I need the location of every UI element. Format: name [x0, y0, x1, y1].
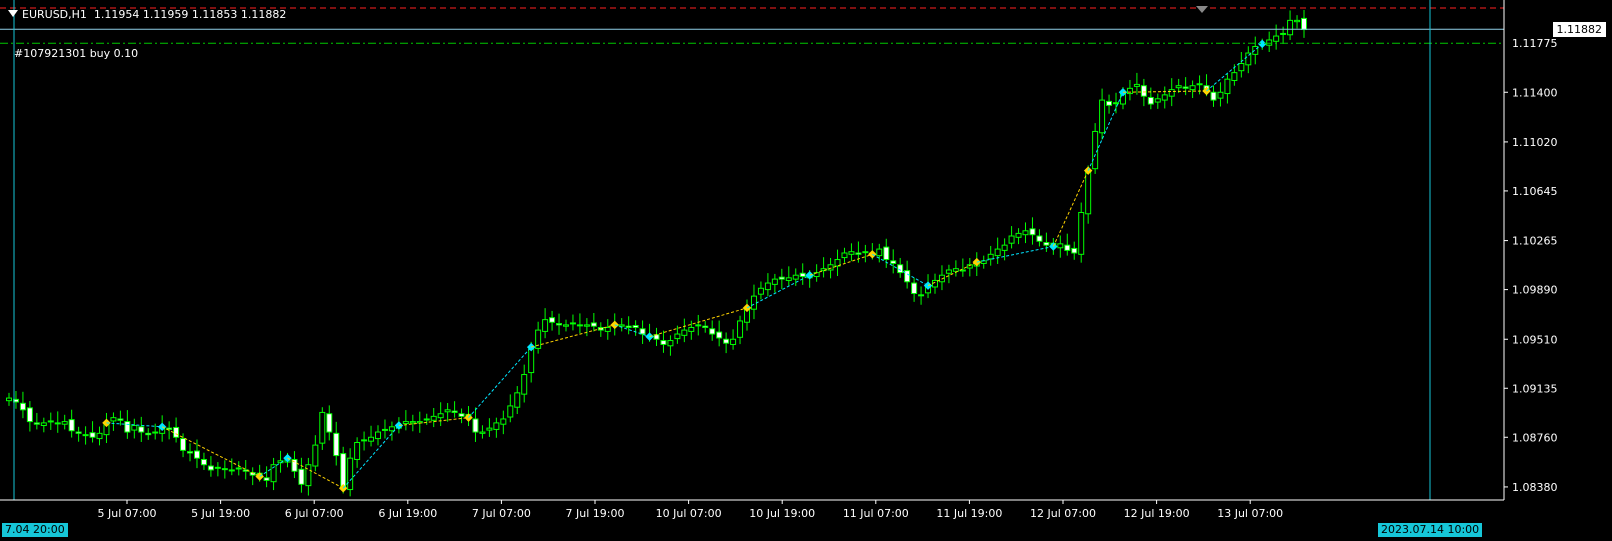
time-axis-label: 6 Jul 19:00: [378, 507, 437, 520]
time-axis-label: 10 Jul 19:00: [749, 507, 815, 520]
candle: [319, 407, 326, 450]
order-label[interactable]: #107921301 buy 0.10: [14, 47, 138, 61]
price-axis-label: 1.09135: [1512, 382, 1558, 395]
bid-price-tag: 1.11882: [1552, 22, 1606, 38]
time-axis-label: 5 Jul 07:00: [98, 507, 157, 520]
order-price-label: 1.11775: [1512, 37, 1558, 50]
time-axis-label: 10 Jul 07:00: [656, 507, 722, 520]
symbol-header[interactable]: EURUSD,H1 1.11954 1.11959 1.11853 1.1188…: [8, 8, 286, 22]
price-axis-label: 1.10645: [1512, 185, 1558, 198]
time-axis-label: 13 Jul 07:00: [1217, 507, 1283, 520]
time-axis-label: 7 Jul 07:00: [472, 507, 531, 520]
price-axis-label: 1.09510: [1512, 333, 1558, 346]
ohlc-values: 1.11954 1.11959 1.11853 1.11882: [93, 8, 287, 21]
price-axis-label: 1.09890: [1512, 284, 1558, 297]
price-axis-label: 1.08760: [1512, 431, 1558, 444]
price-axis-label: 1.11020: [1512, 136, 1558, 149]
price-axis-label: 1.10265: [1512, 235, 1558, 248]
time-axis-label: 11 Jul 19:00: [936, 507, 1002, 520]
time-axis-label: 12 Jul 19:00: [1124, 507, 1190, 520]
time-axis-label: 6 Jul 07:00: [285, 507, 344, 520]
price-axis-label: 1.08380: [1512, 481, 1558, 494]
symbol-timeframe: EURUSD,H1: [22, 8, 87, 21]
time-cursor-tag: 2023.07.14 10:00: [1378, 523, 1483, 537]
time-start-tag: 7.04 20:00: [2, 523, 68, 537]
chart-background: [0, 0, 1612, 541]
time-axis-label: 5 Jul 19:00: [191, 507, 250, 520]
price-axis-label: 1.11400: [1512, 86, 1558, 99]
time-axis-label: 7 Jul 19:00: [566, 507, 625, 520]
price-chart[interactable]: 1.11400 1.11020 1.10645 1.10265 1.09890 1.095…: [0, 0, 1612, 541]
dropdown-triangle-icon[interactable]: [8, 10, 18, 17]
time-axis-label: 12 Jul 07:00: [1030, 507, 1096, 520]
time-axis-label: 11 Jul 07:00: [843, 507, 909, 520]
